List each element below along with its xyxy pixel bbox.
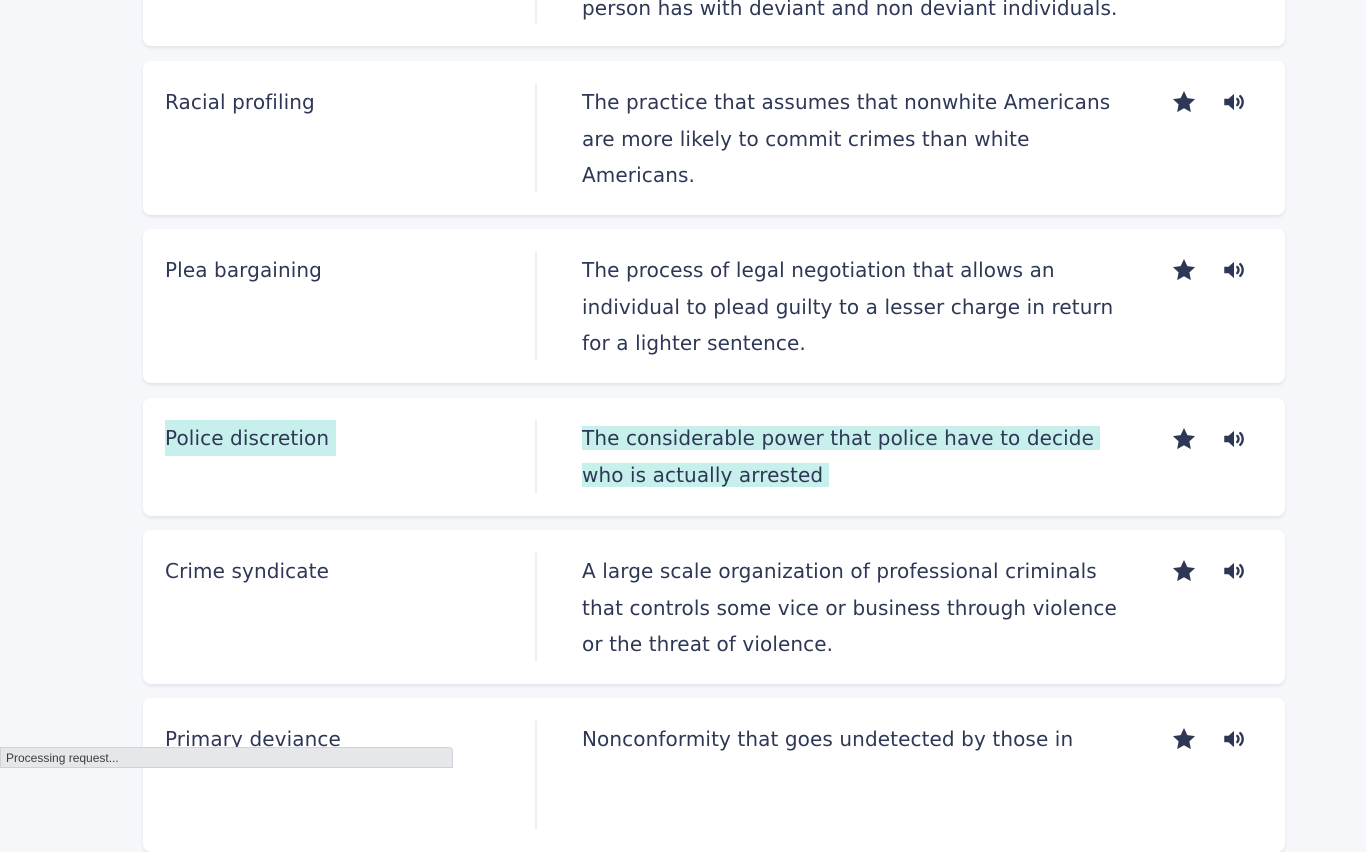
card-divider — [535, 420, 537, 494]
card-definition-highlighted: The considerable power that police have … — [582, 426, 1100, 487]
star-icon — [1172, 559, 1196, 582]
star-icon — [1172, 727, 1196, 750]
term-card: Racial profiling The practice that assum… — [143, 61, 1285, 215]
card-divider — [535, 0, 537, 24]
card-divider — [535, 720, 537, 830]
speaker-icon — [1224, 562, 1244, 580]
card-divider — [535, 83, 537, 193]
card-actions — [1171, 257, 1257, 283]
card-term-highlighted: Police discretion — [165, 420, 337, 456]
speaker-icon — [1224, 430, 1244, 448]
audio-button[interactable] — [1221, 726, 1255, 752]
card-definition: The practice that assumes that nonwhite … — [582, 90, 1111, 187]
card-actions — [1171, 558, 1257, 584]
card-definition: The process of legal negotiation that al… — [582, 258, 1114, 355]
audio-button[interactable] — [1221, 89, 1255, 115]
card-divider — [535, 251, 537, 361]
card-definition: A large scale organization of profession… — [582, 559, 1117, 656]
star-button[interactable] — [1171, 726, 1203, 752]
star-icon — [1172, 90, 1196, 113]
star-button[interactable] — [1171, 89, 1203, 115]
audio-button[interactable] — [1221, 426, 1255, 452]
speaker-icon — [1224, 93, 1244, 111]
term-card: person has with deviant and non deviant … — [143, 0, 1285, 46]
term-card-active: Police discretion The considerable power… — [143, 398, 1285, 516]
star-button[interactable] — [1171, 257, 1203, 283]
star-button[interactable] — [1171, 558, 1203, 584]
star-icon — [1172, 427, 1196, 450]
card-term: Racial profiling — [165, 90, 315, 114]
card-definition: Nonconformity that goes undetected by th… — [582, 727, 1074, 751]
audio-button[interactable] — [1221, 257, 1255, 283]
card-actions — [1171, 89, 1257, 115]
card-term: Police discretion — [165, 420, 525, 456]
star-icon — [1172, 258, 1196, 281]
card-actions — [1171, 426, 1257, 452]
card-definition: The considerable power that police have … — [582, 420, 1122, 493]
card-term: Crime syndicate — [165, 559, 329, 583]
card-definition: person has with deviant and non deviant … — [582, 0, 1118, 20]
audio-button[interactable] — [1221, 558, 1255, 584]
term-card: Plea bargaining The process of legal neg… — [143, 229, 1285, 383]
speaker-icon — [1224, 261, 1244, 279]
star-button[interactable] — [1171, 426, 1203, 452]
card-actions — [1171, 726, 1257, 752]
term-card: Primary deviance Nonconformity that goes… — [143, 698, 1285, 852]
card-term: Plea bargaining — [165, 258, 322, 282]
browser-status-bar: Processing request... — [0, 747, 453, 768]
speaker-icon — [1224, 730, 1244, 748]
card-divider — [535, 552, 537, 662]
term-card: Crime syndicate A large scale organizati… — [143, 530, 1285, 684]
